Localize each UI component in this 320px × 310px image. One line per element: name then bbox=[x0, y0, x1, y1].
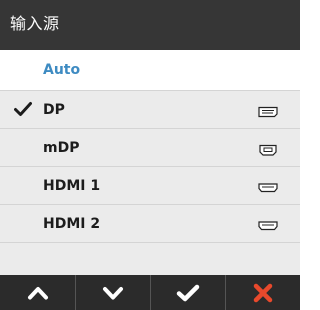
checkmark-icon bbox=[14, 101, 32, 117]
close-icon bbox=[253, 283, 273, 302]
menu-item-mdp[interactable]: mDP bbox=[0, 128, 300, 166]
input-source-list: Auto DP mDP HDMI 1 HDMI 2 bbox=[0, 50, 300, 276]
menu-item-label: mDP bbox=[43, 140, 80, 156]
mini-displayport-icon bbox=[258, 141, 278, 156]
menu-item-label: HDMI 1 bbox=[43, 178, 101, 194]
menu-item-dp[interactable]: DP bbox=[0, 90, 300, 128]
checkmark-icon bbox=[176, 284, 200, 301]
confirm-button[interactable] bbox=[150, 275, 225, 310]
menu-item-label: Auto bbox=[43, 62, 81, 78]
menu-item-label: DP bbox=[43, 102, 65, 118]
hdmi-icon bbox=[258, 179, 278, 193]
osd-header: 输入源 bbox=[0, 0, 300, 50]
monitor-osd-menu: 输入源 Auto DP mDP HDMI 1 HDMI 2 bbox=[0, 0, 300, 310]
down-button[interactable] bbox=[75, 275, 150, 310]
menu-item-hdmi-2[interactable]: HDMI 2 bbox=[0, 204, 300, 242]
chevron-up-icon bbox=[27, 286, 48, 299]
exit-button[interactable] bbox=[225, 275, 300, 310]
chevron-down-icon bbox=[103, 286, 123, 299]
menu-empty-row bbox=[0, 242, 300, 276]
page-title: 输入源 bbox=[10, 14, 60, 33]
hdmi-icon bbox=[258, 217, 278, 231]
menu-item-auto[interactable]: Auto bbox=[0, 50, 300, 90]
displayport-icon bbox=[258, 103, 278, 118]
menu-item-hdmi-1[interactable]: HDMI 1 bbox=[0, 166, 300, 204]
osd-footer-controls bbox=[0, 275, 300, 310]
menu-item-label: HDMI 2 bbox=[43, 216, 101, 232]
up-button[interactable] bbox=[0, 275, 75, 310]
